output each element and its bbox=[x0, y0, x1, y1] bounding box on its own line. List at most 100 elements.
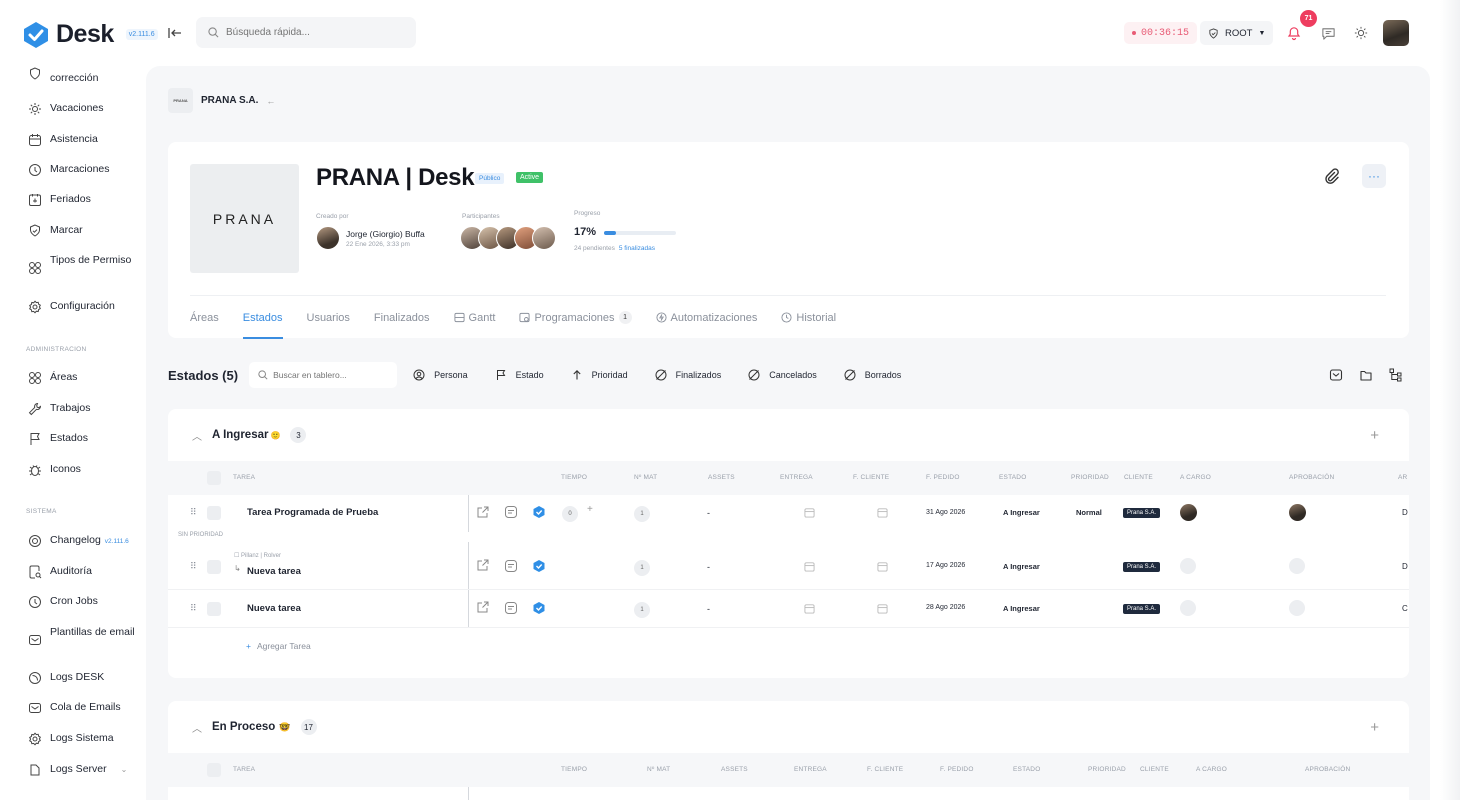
add-task-button[interactable]: + Agregar Tarea bbox=[168, 628, 1409, 664]
time-tracker[interactable]: 00:36:15 bbox=[1124, 22, 1198, 44]
add-group-task-icon[interactable]: + bbox=[1370, 427, 1379, 444]
col-aprobacion[interactable]: APROBACIÓN bbox=[1305, 766, 1350, 773]
open-external-icon[interactable] bbox=[476, 558, 490, 572]
calendar-icon[interactable] bbox=[877, 603, 888, 614]
col-cliente[interactable]: CLIENTE bbox=[1140, 766, 1169, 773]
task-status[interactable]: A Ingresar bbox=[1003, 604, 1040, 613]
assignee-placeholder-avatar[interactable] bbox=[1180, 558, 1196, 574]
search-input[interactable] bbox=[226, 27, 396, 38]
table-row[interactable]: ⠿ Tarea Programada de Prueba 0 + 1 - 31 … bbox=[168, 495, 1409, 532]
board-search-input[interactable] bbox=[273, 370, 392, 380]
col-estado[interactable]: ESTADO bbox=[1013, 766, 1040, 773]
approver-placeholder-avatar[interactable] bbox=[1289, 558, 1305, 574]
col-f-pedido[interactable]: F. PEDIDO bbox=[940, 766, 974, 773]
tab-areas[interactable]: Áreas bbox=[190, 296, 219, 339]
filter-cancelados[interactable]: Cancelados bbox=[748, 369, 817, 381]
folder-button[interactable] bbox=[1357, 366, 1375, 384]
col-assets[interactable]: ASSETS bbox=[721, 766, 748, 773]
comment-icon[interactable] bbox=[504, 559, 518, 573]
link-button[interactable] bbox=[1320, 164, 1344, 188]
task-status[interactable]: A Ingresar bbox=[1003, 562, 1040, 571]
app-logo[interactable]: Desk v2.111.6 bbox=[22, 20, 158, 49]
user-avatar[interactable] bbox=[1383, 20, 1409, 46]
task-name[interactable]: Nueva tarea bbox=[247, 566, 301, 577]
sidebar-item-correccion[interactable]: corrección bbox=[28, 66, 140, 86]
col-a-cargo[interactable]: A CARGO bbox=[1180, 474, 1211, 481]
participants-avatars[interactable] bbox=[460, 226, 556, 250]
client-tag[interactable]: Prana S.A. bbox=[1123, 604, 1161, 614]
add-group-task-icon[interactable]: + bbox=[1370, 719, 1379, 736]
calendar-icon[interactable] bbox=[804, 603, 815, 614]
theme-toggle[interactable] bbox=[1350, 22, 1372, 44]
verified-check-icon[interactable] bbox=[532, 505, 546, 519]
tab-estados[interactable]: Estados bbox=[242, 296, 283, 339]
sidebar-item-vacaciones[interactable]: Vacaciones bbox=[28, 101, 140, 116]
row-checkbox[interactable] bbox=[207, 602, 221, 616]
inbox-button[interactable] bbox=[1327, 366, 1345, 384]
quick-search[interactable] bbox=[196, 17, 416, 48]
table-row[interactable] bbox=[168, 787, 1409, 800]
col-tarea[interactable]: TAREA bbox=[233, 474, 255, 481]
col-aprobacion[interactable]: APROBACIÓN bbox=[1289, 474, 1334, 481]
tab-historial[interactable]: Historial bbox=[781, 296, 836, 339]
col-prioridad[interactable]: PRIORIDAD bbox=[1088, 766, 1126, 773]
tab-finalizados[interactable]: Finalizados bbox=[374, 296, 430, 339]
sidebar-item-marcar[interactable]: Marcar bbox=[28, 223, 140, 238]
table-row[interactable]: ⠿ Nueva tarea 1 - 28 Ago 2026 A Ingresar… bbox=[168, 590, 1409, 628]
more-options-button[interactable]: ··· bbox=[1362, 164, 1386, 188]
filter-finalizados[interactable]: Finalizados bbox=[655, 369, 721, 381]
assignee-placeholder-avatar[interactable] bbox=[1180, 600, 1196, 616]
sidebar-item-configuracion[interactable]: Configuración bbox=[28, 299, 140, 314]
drag-handle-icon[interactable]: ⠿ bbox=[190, 507, 197, 518]
col-tiempo[interactable]: TIEMPO bbox=[561, 474, 587, 481]
hierarchy-button[interactable] bbox=[1387, 366, 1405, 384]
collapse-sidebar-icon[interactable] bbox=[166, 24, 184, 42]
assignee-avatar[interactable] bbox=[1180, 504, 1197, 521]
sidebar-item-plantillas-email[interactable]: Plantillas de email bbox=[28, 625, 140, 647]
tab-automatizaciones[interactable]: Automatizaciones bbox=[656, 296, 757, 339]
order-date[interactable]: 17 Ago 2026 bbox=[926, 562, 965, 569]
calendar-icon[interactable] bbox=[877, 561, 888, 572]
sidebar-item-logs-sistema[interactable]: Logs Sistema bbox=[28, 731, 140, 746]
col-f-pedido[interactable]: F. PEDIDO bbox=[926, 474, 960, 481]
filter-prioridad[interactable]: Prioridad bbox=[571, 369, 628, 381]
sidebar-item-marcaciones[interactable]: Marcaciones bbox=[28, 162, 140, 177]
approver-placeholder-avatar[interactable] bbox=[1289, 600, 1305, 616]
table-row[interactable]: ⠿ ☐ Pillanz | Rolver ↳ Nueva tarea 1 - 1… bbox=[168, 542, 1409, 590]
creator-info[interactable]: Jorge (Giorgio) Buffa 22 Ene 2026, 3:33 … bbox=[316, 226, 425, 250]
approver-avatar[interactable] bbox=[1289, 504, 1306, 521]
col-entrega[interactable]: ENTREGA bbox=[794, 766, 827, 773]
comment-icon[interactable] bbox=[504, 601, 518, 615]
col-f-cliente[interactable]: F. CLIENTE bbox=[867, 766, 903, 773]
time-value[interactable]: 0 bbox=[562, 506, 578, 522]
col-tarea[interactable]: TAREA bbox=[233, 766, 255, 773]
sidebar-item-logs-desk[interactable]: Logs DESK bbox=[28, 670, 140, 685]
comment-icon[interactable] bbox=[504, 505, 518, 519]
calendar-icon[interactable] bbox=[877, 507, 888, 518]
col-nmat[interactable]: Nº MAT bbox=[647, 766, 670, 773]
row-checkbox[interactable] bbox=[207, 560, 221, 574]
col-prioridad[interactable]: PRIORIDAD bbox=[1071, 474, 1109, 481]
col-f-cliente[interactable]: F. CLIENTE bbox=[853, 474, 889, 481]
tab-programaciones[interactable]: Programaciones 1 bbox=[519, 296, 632, 339]
filter-estado[interactable]: Estado bbox=[495, 369, 544, 381]
sidebar-item-iconos[interactable]: Iconos bbox=[28, 462, 140, 477]
sidebar-item-cola-emails[interactable]: Cola de Emails bbox=[28, 700, 140, 715]
tab-usuarios[interactable]: Usuarios bbox=[307, 296, 350, 339]
col-entrega[interactable]: ENTREGA bbox=[780, 474, 813, 481]
sidebar-item-feriados[interactable]: Feriados bbox=[28, 192, 140, 207]
calendar-icon[interactable] bbox=[804, 561, 815, 572]
sidebar-item-changelog[interactable]: Changelog v2.111.6 bbox=[28, 533, 140, 549]
sidebar-item-auditoria[interactable]: Auditoría bbox=[28, 564, 140, 579]
task-status[interactable]: A Ingresar bbox=[1003, 508, 1040, 517]
sidebar-item-logs-server[interactable]: Logs Server ⌄ bbox=[28, 762, 140, 777]
drag-handle-icon[interactable]: ⠿ bbox=[190, 561, 197, 572]
notifications-button[interactable] bbox=[1283, 22, 1305, 44]
add-time-icon[interactable]: + bbox=[587, 504, 593, 515]
sidebar-item-asistencia[interactable]: Asistencia bbox=[28, 132, 140, 147]
task-priority[interactable]: Normal bbox=[1076, 508, 1102, 517]
client-tag[interactable]: Prana S.A. bbox=[1123, 562, 1161, 572]
order-date[interactable]: 31 Ago 2026 bbox=[926, 509, 965, 516]
col-estado[interactable]: ESTADO bbox=[999, 474, 1026, 481]
open-external-icon[interactable] bbox=[476, 600, 490, 614]
